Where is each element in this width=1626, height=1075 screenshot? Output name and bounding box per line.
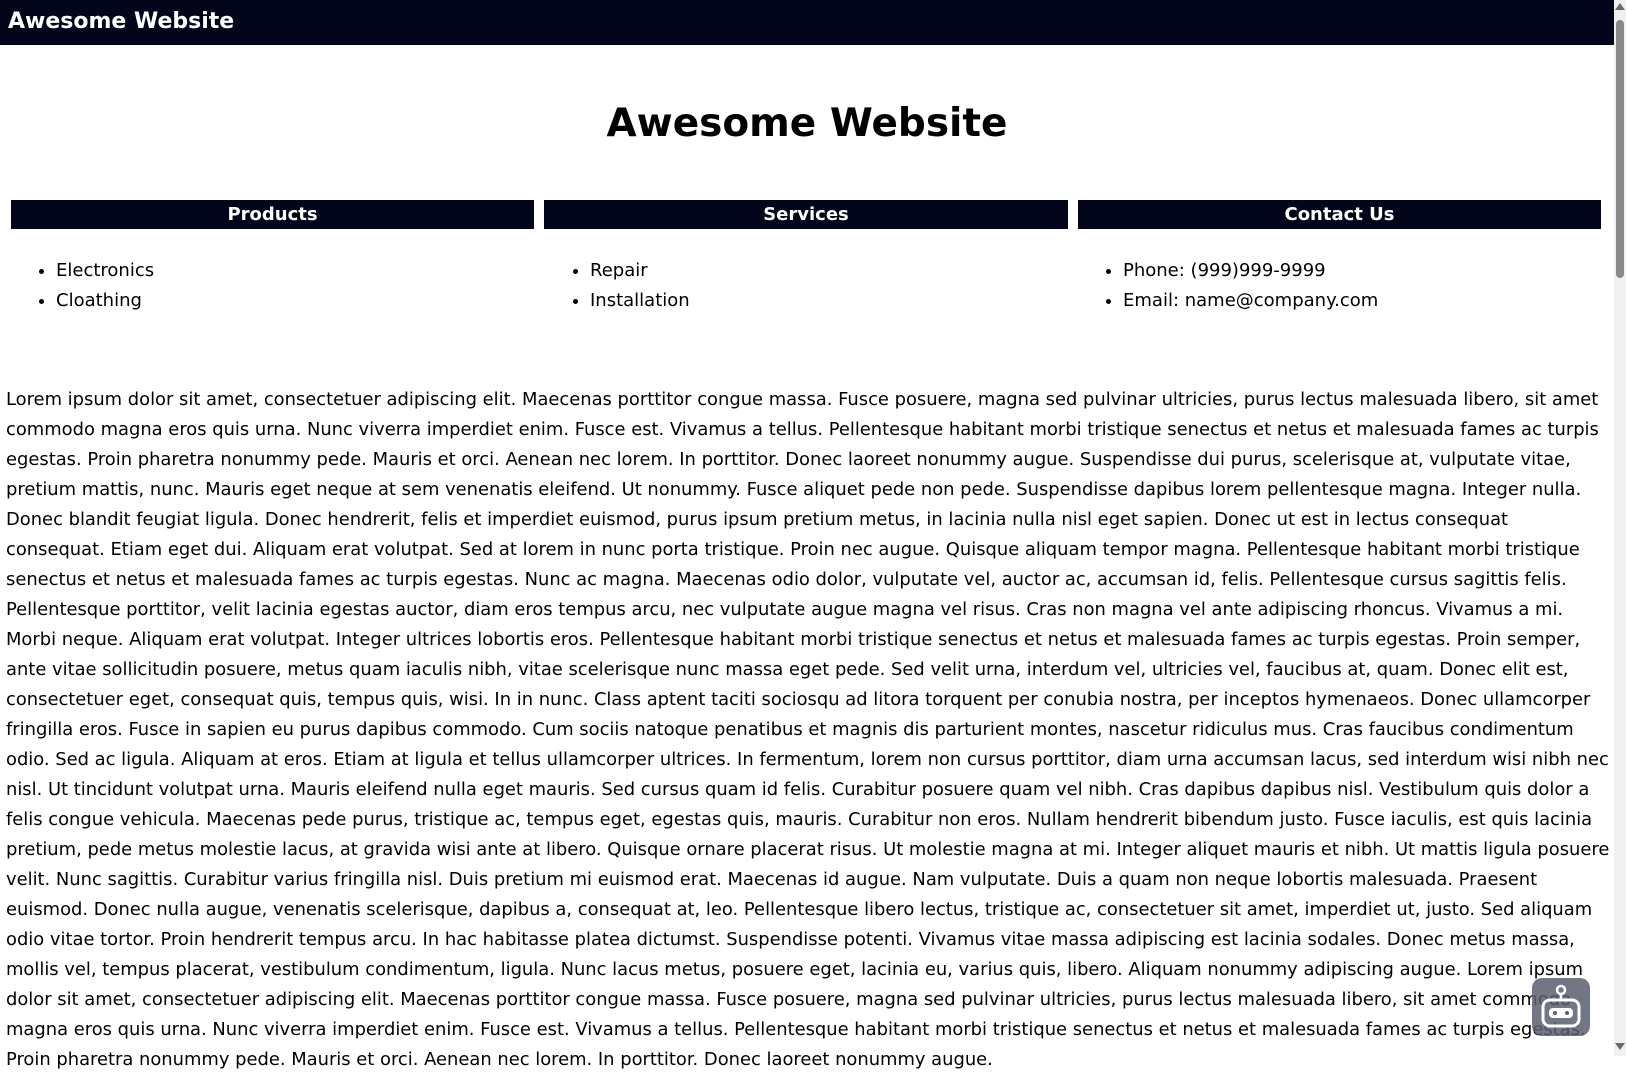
page-title: Awesome Website [606, 101, 1008, 146]
services-list: Repair Installation [540, 256, 690, 316]
list-item: Electronics [56, 256, 154, 286]
scroll-down-arrow-icon[interactable] [1615, 1043, 1625, 1050]
robot-icon[interactable] [1532, 978, 1590, 1036]
contact-list: Phone: (999)999-9999 Email: name@company… [1073, 256, 1378, 316]
scrollbar-thumb[interactable] [1616, 20, 1624, 278]
top-nav-bar: Awesome Website [0, 0, 1614, 45]
vertical-scrollbar[interactable] [1614, 0, 1626, 1056]
products-list: Electronics Cloathing [6, 256, 154, 316]
body-paragraph: Lorem ipsum dolor sit amet, consectetuer… [6, 389, 1610, 1070]
site-title[interactable]: Awesome Website [8, 7, 234, 37]
list-item: Installation [590, 286, 690, 316]
list-item: Cloathing [56, 286, 154, 316]
products-header: Products [11, 200, 534, 229]
scroll-up-arrow-icon[interactable] [1615, 3, 1625, 10]
list-item: Repair [590, 256, 690, 286]
contact-header: Contact Us [1078, 200, 1601, 229]
list-item: Phone: (999)999-9999 [1123, 256, 1378, 286]
services-header: Services [544, 200, 1068, 229]
list-item: Email: name@company.com [1123, 286, 1378, 316]
